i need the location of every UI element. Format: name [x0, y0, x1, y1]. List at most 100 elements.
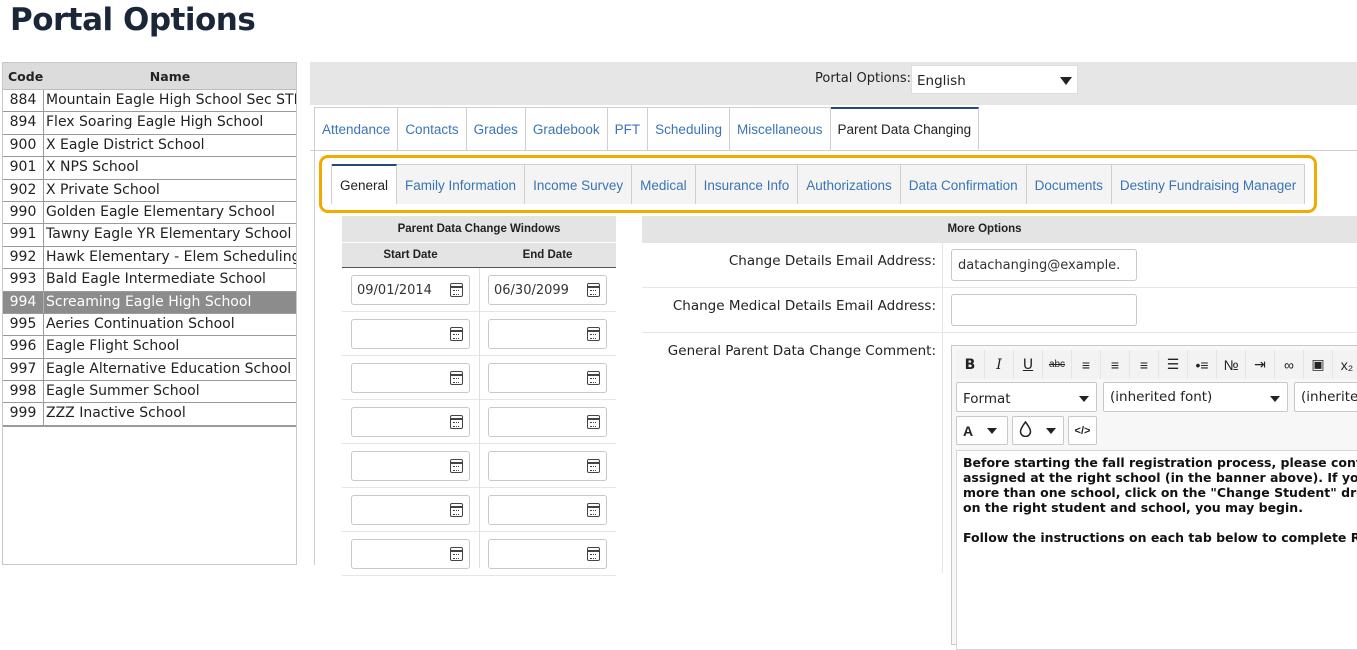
end-date-cell [479, 400, 616, 443]
font-dropdown[interactable]: (inherited font) [1103, 382, 1288, 412]
start-date-cell [342, 532, 479, 575]
background-color-button[interactable] [1012, 416, 1064, 445]
chevron-down-icon [987, 427, 998, 434]
row-divider [942, 333, 943, 573]
calendar-icon[interactable] [587, 371, 600, 385]
indent-icon[interactable]: ⇥ [1246, 350, 1275, 379]
strikethrough-icon[interactable]: abc [1043, 350, 1072, 379]
end-date-cell [479, 444, 616, 487]
size-dropdown[interactable]: (inherite [1294, 382, 1357, 412]
school-row[interactable]: 996 Eagle Flight School [3, 336, 296, 359]
numbered-list-icon[interactable]: № [1217, 350, 1246, 379]
bold-icon[interactable]: B [956, 350, 985, 379]
align-center-icon[interactable]: ≡ [1101, 350, 1130, 379]
date-rows: 09/01/2014 06/30/2099 [342, 268, 616, 576]
school-row[interactable]: 991 Tawny Eagle YR Elementary School [3, 224, 296, 247]
align-left-icon[interactable]: ≡ [1072, 350, 1101, 379]
align-justify-icon[interactable]: ☰ [1159, 350, 1188, 379]
subscript-icon[interactable]: x₂ [1333, 350, 1357, 379]
school-row[interactable]: 992 Hawk Elementary - Elem Scheduling [3, 246, 296, 270]
school-row[interactable]: 994 Screaming Eagle High School [3, 291, 296, 314]
tab-grades[interactable]: Grades [466, 107, 526, 150]
main-tabs: Attendance Contacts Grades Gradebook PFT Sche… [314, 107, 980, 150]
more-options-title: More Options [642, 216, 1357, 243]
droplet-icon [1019, 420, 1032, 440]
change-email-input[interactable]: datachanging@example. [951, 249, 1137, 281]
language-select[interactable]: English [911, 65, 1078, 94]
link-icon[interactable]: ∞ [1275, 350, 1304, 379]
more-options: More Options Change Details Email Addres… [642, 216, 1357, 650]
size-label: (inherite [1301, 389, 1357, 405]
calendar-icon[interactable] [587, 503, 600, 517]
calendar-icon[interactable] [450, 503, 463, 517]
editor-content[interactable]: Before starting the fall registration pr… [956, 450, 1357, 650]
start-date-input[interactable] [351, 407, 470, 437]
school-rows: 884 Mountain Eagle High School Sec STF 894… [3, 90, 297, 427]
school-name: ZZZ Inactive School [46, 405, 186, 422]
calendar-icon[interactable] [450, 283, 463, 297]
school-row[interactable]: 999 ZZZ Inactive School [3, 403, 296, 426]
code-column-header[interactable]: Code [3, 63, 44, 89]
editor-line: assigned at the right school (in the ban… [963, 470, 1357, 485]
calendar-icon[interactable] [450, 371, 463, 385]
start-date-input[interactable] [351, 495, 470, 525]
school-row[interactable]: 995 Aeries Continuation School [3, 313, 296, 337]
end-date-input[interactable] [488, 363, 607, 393]
tab-pft[interactable]: PFT [607, 107, 649, 150]
calendar-icon[interactable] [450, 327, 463, 341]
options-bar-spacer [310, 98, 1357, 105]
align-right-icon[interactable]: ≡ [1130, 350, 1159, 379]
windows-title: Parent Data Change Windows [342, 216, 616, 243]
school-row[interactable]: 900 X Eagle District School [3, 134, 296, 158]
school-row[interactable]: 901 X NPS School [3, 157, 296, 180]
start-date-input[interactable] [351, 363, 470, 393]
calendar-icon[interactable] [450, 459, 463, 473]
tab-attendance[interactable]: Attendance [315, 107, 399, 150]
format-dropdown[interactable]: Format [956, 382, 1097, 412]
calendar-icon[interactable] [587, 547, 600, 561]
italic-icon[interactable]: I [985, 350, 1014, 379]
name-column-header[interactable]: Name [44, 63, 296, 89]
start-date-header: Start Date [383, 249, 438, 261]
end-date-input[interactable] [488, 319, 607, 349]
end-date-input[interactable] [488, 407, 607, 437]
school-row[interactable]: 998 Eagle Summer School [3, 381, 296, 404]
source-code-button[interactable]: </> [1068, 416, 1097, 445]
school-row[interactable]: 993 Bald Eagle Intermediate School [3, 269, 296, 292]
end-date-input[interactable]: 06/30/2099 [488, 275, 607, 305]
calendar-icon[interactable] [587, 327, 600, 341]
tab-parent-data-changing[interactable]: Parent Data Changing [830, 107, 980, 150]
school-name: Mountain Eagle High School Sec STF [46, 92, 297, 108]
tab-miscellaneous[interactable]: Miscellaneous [729, 107, 831, 150]
options-bar: Portal Options: English [310, 62, 1357, 98]
bullet-list-icon[interactable]: •≡ [1188, 350, 1217, 379]
sub-tabs-highlight [319, 155, 1317, 213]
calendar-icon[interactable] [587, 283, 600, 297]
change-email-label: Change Details Email Address: [728, 253, 936, 269]
editor-line: on the right student and school, you may… [963, 500, 1303, 515]
tab-scheduling[interactable]: Scheduling [648, 107, 730, 150]
end-date-input[interactable] [488, 495, 607, 525]
school-row[interactable]: 997 Eagle Alternative Education School [3, 358, 296, 382]
tab-gradebook[interactable]: Gradebook [525, 107, 608, 150]
tab-contacts[interactable]: Contacts [398, 107, 467, 150]
calendar-icon[interactable] [587, 415, 600, 429]
text-color-button[interactable]: A [956, 416, 1008, 445]
start-date-input[interactable] [351, 451, 470, 481]
calendar-icon[interactable] [450, 415, 463, 429]
school-row[interactable]: 990 Golden Eagle Elementary School [3, 201, 296, 225]
calendar-icon[interactable] [450, 547, 463, 561]
calendar-icon[interactable] [587, 459, 600, 473]
school-name: Eagle Summer School [46, 383, 200, 400]
end-date-input[interactable] [488, 451, 607, 481]
end-date-cell: 06/30/2099 [479, 268, 616, 311]
start-date-input[interactable] [351, 319, 470, 349]
image-icon[interactable]: ▣ [1304, 350, 1333, 379]
school-row[interactable]: 894 Flex Soaring Eagle High School [3, 112, 296, 135]
school-row[interactable]: 902 X Private School [3, 179, 296, 202]
medical-email-input[interactable] [951, 294, 1137, 326]
comment-row: General Parent Data Change Comment: BIUa… [642, 333, 1357, 650]
school-row[interactable]: 884 Mountain Eagle High School Sec STF [3, 90, 297, 113]
start-date-input[interactable]: 09/01/2014 [351, 275, 470, 305]
underline-icon[interactable]: U [1014, 350, 1043, 379]
